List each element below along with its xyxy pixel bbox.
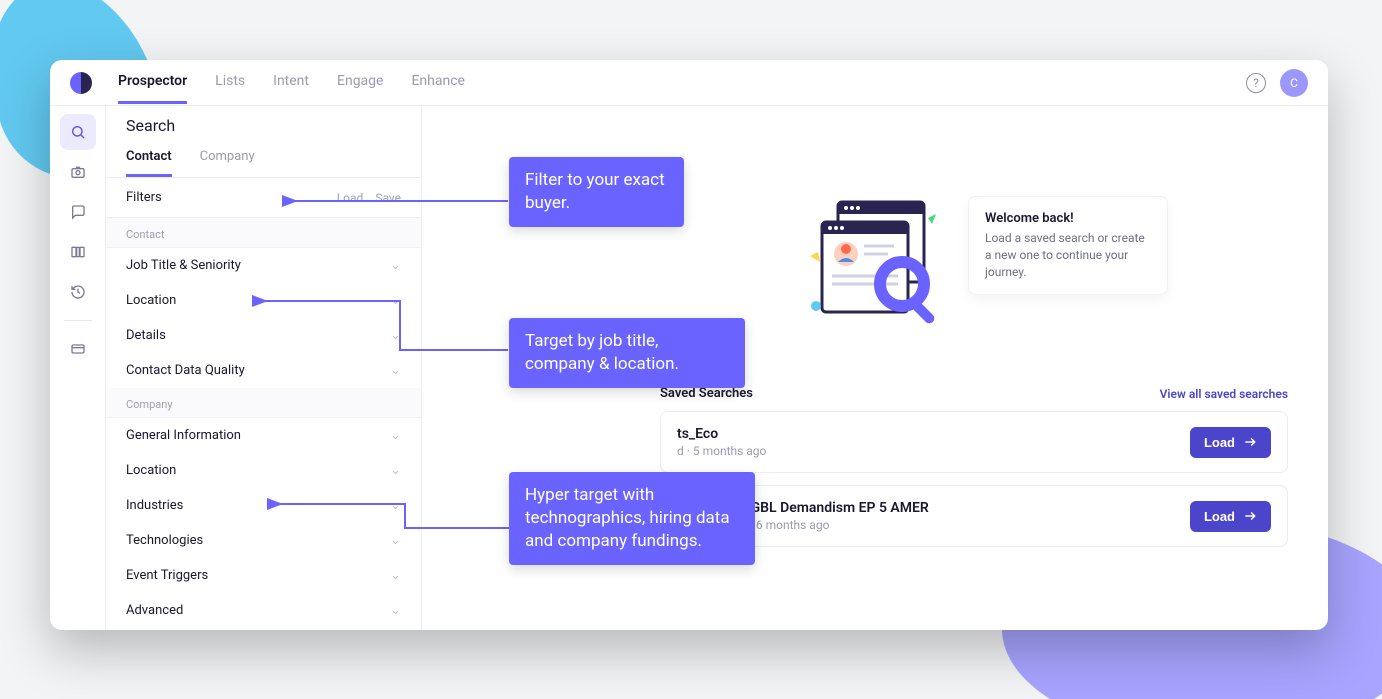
user-avatar[interactable]: C bbox=[1280, 69, 1308, 97]
arrow-right-icon bbox=[1243, 509, 1257, 523]
filter-label: Advanced bbox=[126, 603, 183, 618]
welcome-section: Welcome back! Load a saved search or cre… bbox=[810, 196, 1168, 326]
columns-icon bbox=[70, 244, 86, 260]
filters-label: Filters bbox=[126, 190, 162, 205]
load-button[interactable]: Load bbox=[1190, 501, 1271, 532]
view-all-link[interactable]: View all saved searches bbox=[1160, 387, 1288, 401]
chevron-down-icon: ⌄ bbox=[390, 363, 401, 378]
group-contact: Contact bbox=[106, 218, 421, 248]
nav-lists[interactable]: Lists bbox=[215, 61, 245, 104]
filter-label: Details bbox=[126, 328, 166, 343]
filter-label: Location bbox=[126, 293, 176, 308]
nav-intent[interactable]: Intent bbox=[273, 61, 309, 104]
rail-history[interactable] bbox=[60, 274, 96, 310]
icon-rail bbox=[50, 106, 106, 630]
callout-hyper: Hyper target with technographics, hiring… bbox=[509, 472, 755, 565]
arrow-callout-3 bbox=[275, 498, 511, 538]
saved-search-name: ts_Eco bbox=[677, 426, 766, 442]
chevron-down-icon: ⌄ bbox=[390, 568, 401, 583]
rail-chat[interactable] bbox=[60, 194, 96, 230]
saved-search-meta: d · 5 months ago bbox=[677, 444, 766, 458]
filter-general-info[interactable]: General Information ⌄ bbox=[106, 418, 421, 453]
filter-job-title[interactable]: Job Title & Seniority ⌄ bbox=[106, 248, 421, 283]
filter-label: Industries bbox=[126, 498, 183, 513]
rail-card[interactable] bbox=[60, 331, 96, 367]
group-company: Company bbox=[106, 388, 421, 418]
filter-label: Event Triggers bbox=[126, 568, 208, 583]
sidebar-title: Search bbox=[106, 106, 421, 143]
top-nav: Prospector Lists Intent Engage Enhance bbox=[118, 61, 465, 104]
rail-divider bbox=[64, 320, 92, 321]
chevron-down-icon: ⌄ bbox=[390, 428, 401, 443]
welcome-title: Welcome back! bbox=[985, 211, 1151, 226]
nav-engage[interactable]: Engage bbox=[337, 61, 383, 104]
filter-label: Job Title & Seniority bbox=[126, 258, 241, 273]
arrow-right-icon bbox=[1243, 435, 1257, 449]
filter-label: Location bbox=[126, 463, 176, 478]
load-button-label: Load bbox=[1204, 435, 1235, 450]
welcome-desc: Load a saved search or create a new one … bbox=[985, 230, 1151, 280]
chevron-down-icon: ⌄ bbox=[390, 258, 401, 273]
nav-enhance[interactable]: Enhance bbox=[411, 61, 465, 104]
filter-label: Contact Data Quality bbox=[126, 363, 245, 378]
load-button[interactable]: Load bbox=[1190, 427, 1271, 458]
filter-label: General Information bbox=[126, 428, 241, 443]
help-icon[interactable]: ? bbox=[1246, 73, 1266, 93]
rail-columns[interactable] bbox=[60, 234, 96, 270]
app-logo-icon bbox=[70, 72, 92, 94]
callout-filter: Filter to your exact buyer. bbox=[509, 157, 684, 227]
chevron-down-icon: ⌄ bbox=[390, 463, 401, 478]
arrow-callout-1 bbox=[290, 195, 510, 215]
welcome-illustration bbox=[810, 196, 950, 326]
topbar: Prospector Lists Intent Engage Enhance ?… bbox=[50, 60, 1328, 106]
chat-icon bbox=[70, 204, 86, 220]
filter-event-triggers[interactable]: Event Triggers ⌄ bbox=[106, 558, 421, 593]
rail-camera[interactable] bbox=[60, 154, 96, 190]
filter-sidebar: Search Contact Company Filters Load Save… bbox=[106, 106, 422, 630]
camera-icon bbox=[70, 164, 86, 180]
sidebar-tab-contact[interactable]: Contact bbox=[126, 143, 172, 177]
saved-search-card: ts_Eco d · 5 months ago Load bbox=[660, 411, 1288, 473]
chevron-down-icon: ⌄ bbox=[390, 603, 401, 618]
search-icon bbox=[70, 124, 86, 140]
welcome-card: Welcome back! Load a saved search or cre… bbox=[968, 196, 1168, 295]
filter-label: Technologies bbox=[126, 533, 203, 548]
nav-prospector[interactable]: Prospector bbox=[118, 61, 187, 104]
history-icon bbox=[70, 284, 86, 300]
load-button-label: Load bbox=[1204, 509, 1235, 524]
filter-location-company[interactable]: Location ⌄ bbox=[106, 453, 421, 488]
sidebar-tab-company[interactable]: Company bbox=[200, 143, 255, 177]
filter-advanced[interactable]: Advanced ⌄ bbox=[106, 593, 421, 628]
saved-title: Saved Searches bbox=[660, 386, 753, 401]
arrow-callout-2 bbox=[260, 295, 510, 365]
callout-target: Target by job title, company & location. bbox=[509, 318, 745, 388]
rail-search[interactable] bbox=[60, 114, 96, 150]
card-icon bbox=[70, 341, 86, 357]
